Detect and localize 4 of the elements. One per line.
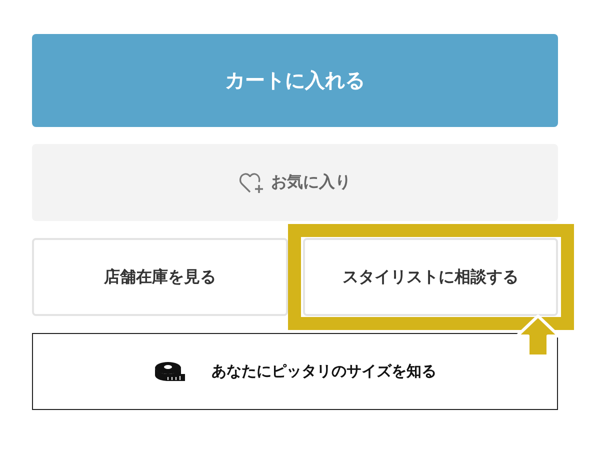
action-button[interactable]: 店舗在庫を見る [32, 238, 288, 316]
size-guide-button[interactable]: あなたにピッタリのサイズを知る [32, 333, 558, 410]
action-button[interactable]: スタイリストに相談する [302, 238, 558, 316]
favorite-button[interactable]: お気に入り [32, 144, 558, 221]
